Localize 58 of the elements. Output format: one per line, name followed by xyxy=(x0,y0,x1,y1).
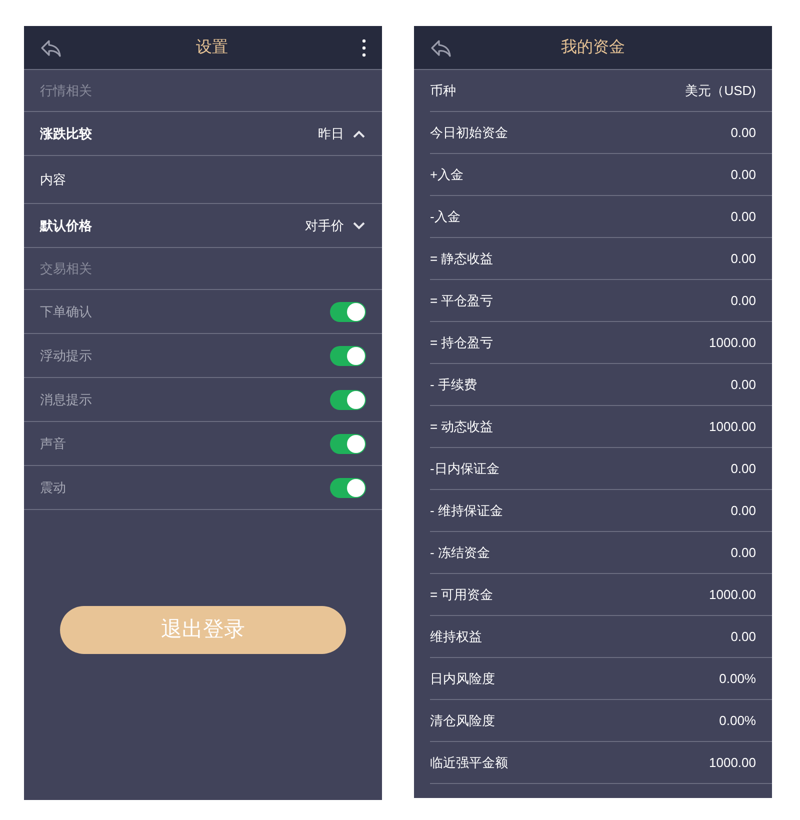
fund-label: 今日初始资金 xyxy=(430,124,508,142)
section-header: 行情相关 xyxy=(40,82,92,100)
fund-value: 0.00 xyxy=(730,376,756,394)
more-icon[interactable] xyxy=(362,38,366,56)
screen-title: 设置 xyxy=(196,38,228,58)
setting-label: 默认价格 xyxy=(40,216,92,235)
setting-label: 涨跌比较 xyxy=(40,124,92,143)
setting-value: 对手价 xyxy=(305,216,344,235)
fund-label: - 冻结资金 xyxy=(430,544,490,562)
fund-label: = 动态收益 xyxy=(430,418,494,436)
fund-value: 0.00% xyxy=(719,712,756,730)
fund-value: 0.00 xyxy=(730,166,756,184)
setting-label: 内容 xyxy=(40,170,66,189)
fund-label: 清仓风险度 xyxy=(430,712,495,730)
screen-title: 我的资金 xyxy=(560,38,626,58)
fund-label: - 手续费 xyxy=(430,376,477,394)
back-icon[interactable] xyxy=(430,38,452,58)
select-row[interactable]: 涨跌比较 昨日 xyxy=(24,112,382,156)
back-icon[interactable] xyxy=(40,38,62,58)
fund-value: 0.00 xyxy=(730,124,756,142)
toggle-switch[interactable] xyxy=(330,434,366,454)
fund-value: 0.00 xyxy=(730,208,756,226)
fund-label: = 持仓盈亏 xyxy=(430,334,494,352)
fund-value: 1000.00 xyxy=(709,334,756,352)
toggle-switch[interactable] xyxy=(330,390,366,410)
setting-label: 下单确认 xyxy=(40,302,92,321)
setting-value: 昨日 xyxy=(318,124,344,143)
fund-value: 1000.00 xyxy=(709,754,756,772)
fund-value: 0.00 xyxy=(730,292,756,310)
fund-label: 日内风险度 xyxy=(430,670,495,688)
fund-label: -日内保证金 xyxy=(430,460,500,478)
setting-label: 浮动提示 xyxy=(40,346,92,365)
select-row[interactable]: 默认价格 对手价 xyxy=(24,204,382,248)
fund-label: = 静态收益 xyxy=(430,250,494,268)
fund-label: +入金 xyxy=(430,166,464,184)
fund-value: 0.00 xyxy=(730,460,756,478)
fund-value: 0.00 xyxy=(730,628,756,646)
fund-label: = 可用资金 xyxy=(430,586,494,604)
fund-label: = 平仓盈亏 xyxy=(430,292,494,310)
fund-value: 0.00 xyxy=(730,544,756,562)
toggle-switch[interactable] xyxy=(330,346,366,366)
fund-label: 维持权益 xyxy=(430,628,482,646)
fund-label: - 维持保证金 xyxy=(430,502,503,520)
toggle-switch[interactable] xyxy=(330,478,366,498)
fund-label: 临近强平金额 xyxy=(430,754,508,772)
setting-label: 消息提示 xyxy=(40,390,92,409)
fund-value: 1000.00 xyxy=(709,418,756,436)
fund-label: 币种 xyxy=(430,82,456,100)
fund-value: 美元（USD) xyxy=(685,82,756,100)
fund-label: -入金 xyxy=(430,208,460,226)
setting-label: 声音 xyxy=(40,434,66,453)
toggle-switch[interactable] xyxy=(330,302,366,322)
fund-value: 0.00% xyxy=(719,670,756,688)
setting-label: 震动 xyxy=(40,478,66,497)
section-header: 交易相关 xyxy=(40,260,92,278)
fund-value: 0.00 xyxy=(730,250,756,268)
fund-value: 1000.00 xyxy=(709,586,756,604)
fund-value: 0.00 xyxy=(730,502,756,520)
